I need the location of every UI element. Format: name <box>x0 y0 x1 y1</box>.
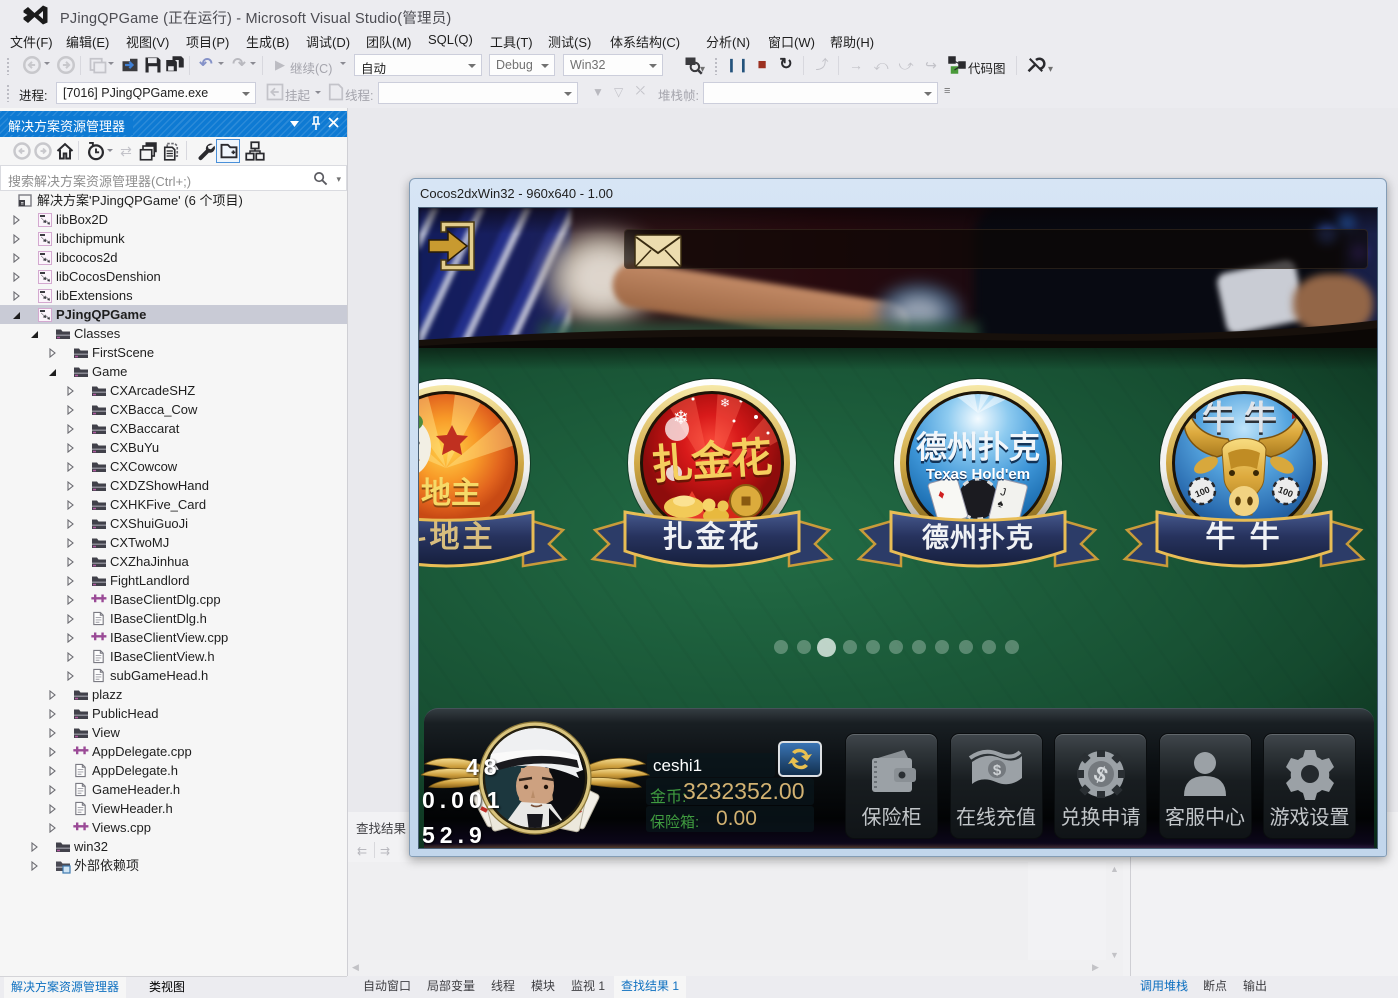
svg-text:斗地主: 斗地主 <box>418 521 496 554</box>
svg-text:扎金花: 扎金花 <box>650 434 774 488</box>
svg-text:牛牛: 牛牛 <box>1202 399 1286 436</box>
svg-text:❄: ❄ <box>720 396 730 410</box>
svg-text:$: $ <box>993 762 1002 779</box>
svg-text:牛 牛: 牛 牛 <box>1205 521 1282 554</box>
svg-text:Texas Hold'em: Texas Hold'em <box>926 466 1030 483</box>
svg-text:德州扑克: 德州扑克 <box>922 522 1034 553</box>
svg-text:扎金花: 扎金花 <box>663 520 762 554</box>
svg-text:德州扑克: 德州扑克 <box>916 430 1040 465</box>
svg-text:❄: ❄ <box>673 408 689 429</box>
